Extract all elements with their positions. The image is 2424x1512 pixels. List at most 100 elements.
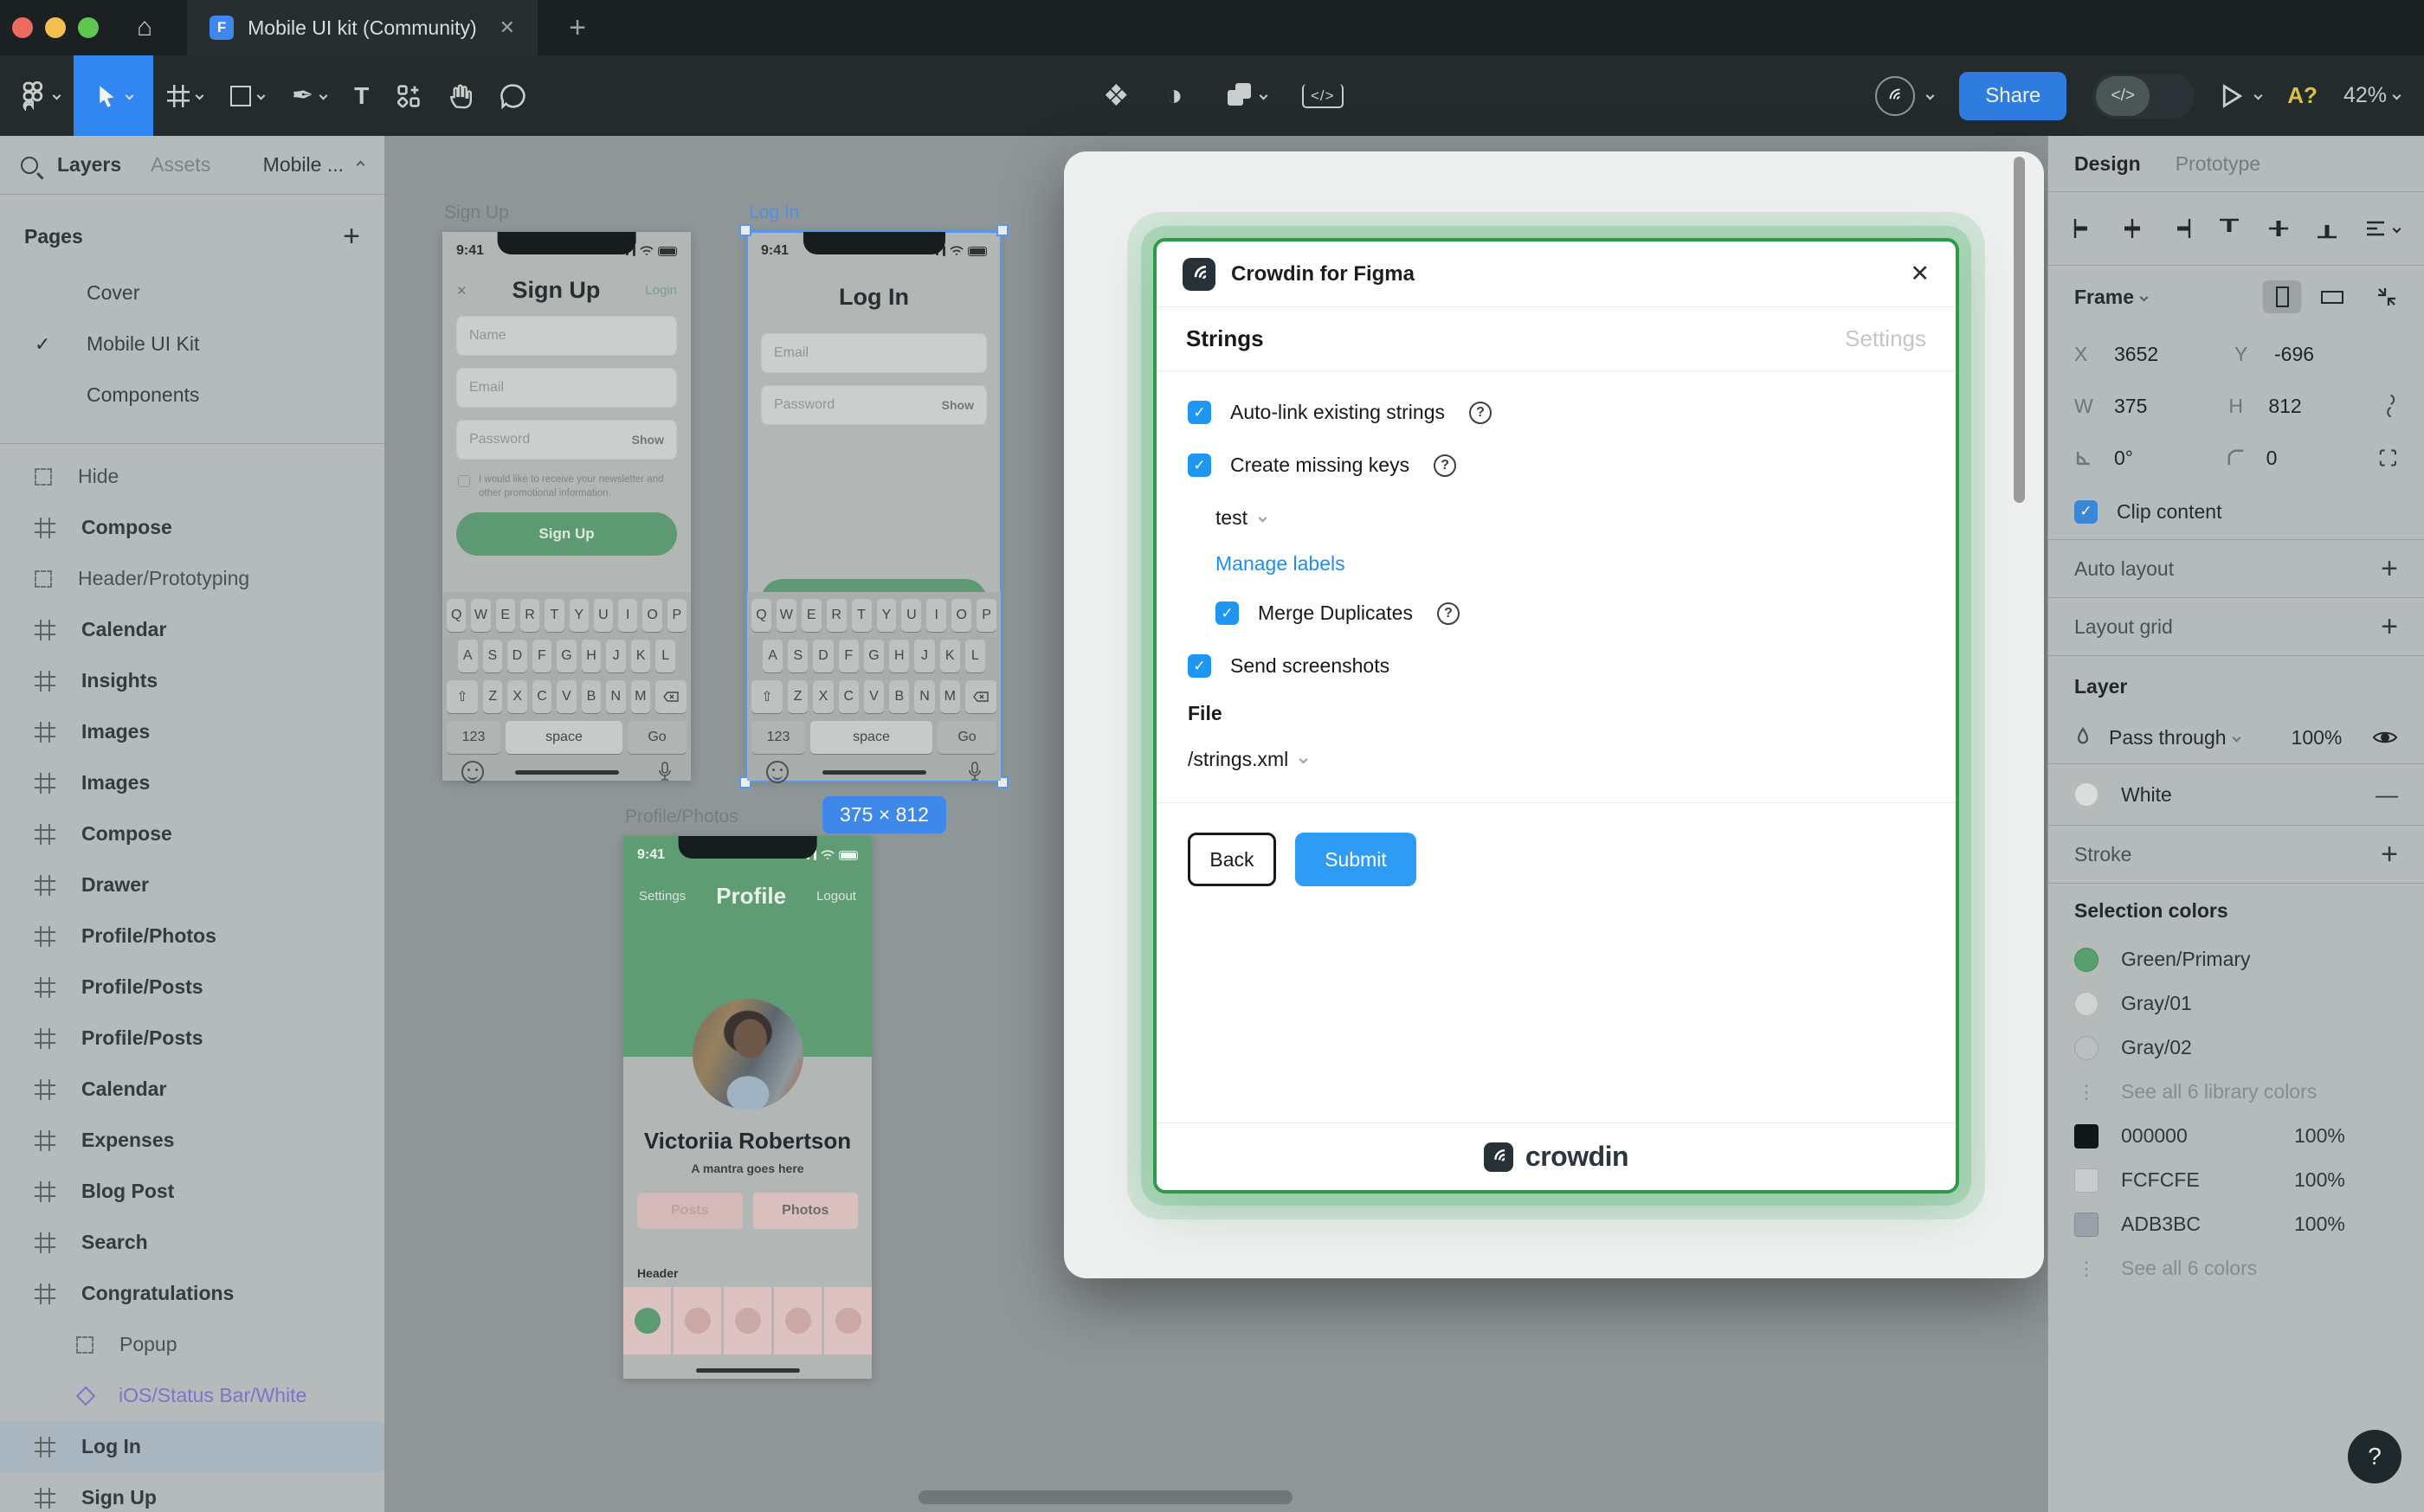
- submit-button[interactable]: Submit: [1295, 833, 1416, 886]
- tab-prototype[interactable]: Prototype: [2176, 152, 2260, 176]
- close-plugin-icon[interactable]: ✕: [1910, 261, 1930, 287]
- password-field[interactable]: Password Show: [761, 385, 987, 425]
- frame-label-selected[interactable]: Log In: [749, 203, 799, 223]
- constrain-proportions-icon[interactable]: [2383, 393, 2398, 419]
- numbers-key[interactable]: 123: [751, 721, 805, 754]
- color-opacity[interactable]: 100%: [2294, 1124, 2345, 1148]
- emoji-icon[interactable]: [461, 761, 484, 783]
- file-name-tab[interactable]: Mobile ...: [263, 153, 365, 177]
- name-field[interactable]: Name: [456, 316, 677, 356]
- key[interactable]: C: [532, 680, 552, 713]
- move-tool-button[interactable]: [74, 55, 153, 136]
- layer-row[interactable]: Images: [0, 706, 384, 757]
- layer-row[interactable]: Insights: [0, 655, 384, 706]
- color-swatch[interactable]: [2074, 1168, 2098, 1193]
- selection-color-row[interactable]: 000000 100%: [2048, 1114, 2424, 1158]
- key[interactable]: N: [606, 680, 626, 713]
- dev-mode-toggle[interactable]: </>: [2092, 73, 2195, 119]
- email-field[interactable]: Email: [761, 333, 987, 373]
- boolean-union-icon[interactable]: [1214, 55, 1280, 136]
- key[interactable]: H: [581, 640, 602, 672]
- pen-tool-button[interactable]: ✒: [278, 55, 340, 136]
- space-key[interactable]: space: [810, 721, 932, 754]
- y-input[interactable]: Y -696: [2234, 343, 2395, 366]
- align-bottom-icon[interactable]: [2316, 217, 2338, 240]
- layer-row[interactable]: Calendar: [0, 604, 384, 655]
- key[interactable]: M: [939, 680, 960, 713]
- key[interactable]: P: [977, 599, 997, 632]
- go-key[interactable]: Go: [628, 721, 687, 754]
- swatch-cell[interactable]: [724, 1287, 771, 1354]
- selection-color-row[interactable]: FCFCFE 100%: [2048, 1158, 2424, 1202]
- backspace-key[interactable]: [965, 680, 996, 713]
- send-screenshots-checkbox[interactable]: ✓: [1188, 654, 1211, 678]
- show-password-link[interactable]: Show: [942, 398, 974, 412]
- key[interactable]: F: [532, 640, 552, 672]
- layer-row[interactable]: Profile/Posts: [0, 962, 384, 1013]
- close-window-button[interactable]: [12, 17, 33, 38]
- key[interactable]: Z: [483, 680, 503, 713]
- resize-handle[interactable]: [739, 224, 751, 236]
- layer-row[interactable]: Compose: [0, 502, 384, 553]
- key[interactable]: J: [914, 640, 935, 672]
- key[interactable]: T: [545, 599, 564, 632]
- key[interactable]: L: [655, 640, 676, 672]
- home-icon[interactable]: ⌂: [137, 13, 152, 42]
- key[interactable]: O: [642, 599, 662, 632]
- close-icon[interactable]: ✕: [456, 283, 467, 299]
- key[interactable]: J: [606, 640, 626, 672]
- align-horizontal-center-icon[interactable]: [2121, 217, 2144, 240]
- add-layout-grid-button[interactable]: +: [2381, 610, 2398, 644]
- key[interactable]: X: [813, 680, 834, 713]
- settings-link[interactable]: Settings: [639, 889, 686, 904]
- collapse-icon[interactable]: [2376, 286, 2398, 308]
- layer-row[interactable]: Profile/Photos: [0, 910, 384, 962]
- key[interactable]: O: [951, 599, 972, 632]
- file-dropdown[interactable]: /strings.xml: [1157, 748, 1956, 771]
- key[interactable]: B: [581, 680, 602, 713]
- layer-row[interactable]: Hide: [0, 451, 384, 502]
- swatch-cell[interactable]: [824, 1287, 872, 1354]
- profile-frame[interactable]: Profile/Photos 9:41 Settings Profile Log…: [623, 807, 872, 1379]
- swatch-cell[interactable]: [623, 1287, 671, 1354]
- mic-icon[interactable]: [968, 762, 982, 782]
- add-auto-layout-button[interactable]: +: [2381, 552, 2398, 586]
- selection-color-row[interactable]: Gray/01: [2048, 981, 2424, 1026]
- share-button[interactable]: Share: [1959, 71, 2067, 120]
- hand-tool-button[interactable]: [435, 55, 487, 136]
- search-icon[interactable]: [21, 156, 38, 174]
- key[interactable]: N: [914, 680, 935, 713]
- space-key[interactable]: space: [506, 721, 622, 754]
- frame-type-dropdown[interactable]: Frame: [2074, 286, 2134, 309]
- tab-photos[interactable]: Photos: [752, 1193, 858, 1229]
- emoji-icon[interactable]: [766, 761, 789, 783]
- help-icon[interactable]: ?: [1436, 602, 1460, 625]
- new-tab-button[interactable]: +: [569, 11, 586, 45]
- key[interactable]: W: [471, 599, 491, 632]
- visibility-eye-icon[interactable]: [2372, 729, 2398, 746]
- frame-label[interactable]: Sign Up: [444, 203, 509, 223]
- fill-swatch[interactable]: [2074, 782, 2098, 807]
- tab-layers[interactable]: Layers: [57, 153, 121, 177]
- close-tab-icon[interactable]: ✕: [500, 16, 515, 39]
- key[interactable]: S: [482, 640, 503, 672]
- component-icon[interactable]: ❖: [1089, 55, 1143, 136]
- key[interactable]: D: [507, 640, 527, 672]
- selection-color-row[interactable]: Gray/02: [2048, 1026, 2424, 1070]
- layer-row[interactable]: Sign Up: [0, 1472, 384, 1512]
- layer-row[interactable]: Search: [0, 1217, 384, 1268]
- shift-key[interactable]: ⇧: [751, 680, 783, 713]
- key[interactable]: R: [826, 599, 847, 632]
- key[interactable]: V: [557, 680, 577, 713]
- back-button[interactable]: Back: [1188, 833, 1276, 886]
- distribute-menu[interactable]: [2364, 217, 2401, 240]
- key[interactable]: G: [863, 640, 885, 672]
- key[interactable]: G: [557, 640, 577, 672]
- tab-posts[interactable]: Posts: [637, 1193, 743, 1229]
- newsletter-checkbox[interactable]: [458, 475, 470, 487]
- login-frame[interactable]: Log In 9:41 Log In Email Password Show Q…: [739, 203, 1009, 788]
- layer-row[interactable]: Blog Post: [0, 1166, 384, 1217]
- layer-row[interactable]: Popup: [0, 1319, 384, 1370]
- selection-color-row[interactable]: Green/Primary: [2048, 937, 2424, 981]
- layer-row[interactable]: Profile/Posts: [0, 1013, 384, 1064]
